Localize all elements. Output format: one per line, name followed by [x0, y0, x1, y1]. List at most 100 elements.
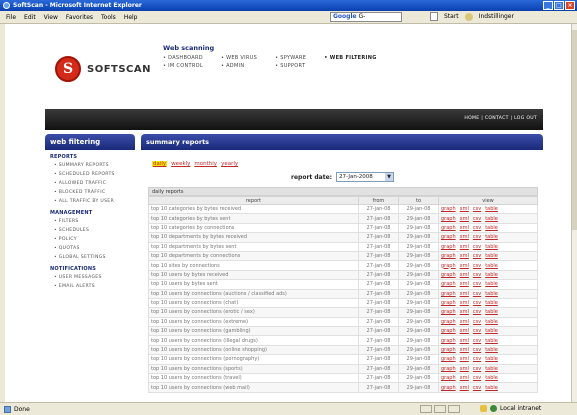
view-link-table[interactable]: table: [485, 385, 498, 391]
view-link-xml[interactable]: xml: [460, 281, 469, 287]
view-link-table[interactable]: table: [485, 216, 498, 222]
view-link-table[interactable]: table: [485, 338, 498, 344]
sidebar-link[interactable]: • QUOTAS: [54, 244, 135, 253]
view-link-xml[interactable]: xml: [460, 234, 469, 240]
view-link-xml[interactable]: xml: [460, 244, 469, 250]
view-link-graph[interactable]: graph: [441, 263, 456, 269]
view-link-table[interactable]: table: [485, 225, 498, 231]
sidebar-link[interactable]: • EMAIL ALERTS: [54, 282, 135, 291]
tab-daily[interactable]: daily: [152, 161, 168, 167]
view-link-graph[interactable]: graph: [441, 385, 456, 391]
view-link-table[interactable]: table: [485, 300, 498, 306]
view-link-xml[interactable]: xml: [460, 347, 469, 353]
menu-file[interactable]: File: [6, 14, 16, 21]
sidebar-link[interactable]: • USER MESSAGES: [54, 273, 135, 282]
sidebar-link[interactable]: • BLOCKED TRAFFIC: [54, 188, 135, 197]
view-link-xml[interactable]: xml: [460, 366, 469, 372]
view-link-xml[interactable]: xml: [460, 225, 469, 231]
view-link-graph[interactable]: graph: [441, 225, 456, 231]
chevron-down-icon[interactable]: ▼: [385, 173, 394, 181]
view-link-table[interactable]: table: [485, 366, 498, 372]
nav-link-spyware[interactable]: • SPYWARE: [275, 54, 306, 62]
view-link-table[interactable]: table: [485, 206, 498, 212]
view-link-graph[interactable]: graph: [441, 300, 456, 306]
view-link-xml[interactable]: xml: [460, 356, 469, 362]
view-link-csv[interactable]: csv: [473, 347, 481, 353]
vertical-scrollbar[interactable]: [571, 24, 577, 402]
view-link-graph[interactable]: graph: [441, 319, 456, 325]
view-link-csv[interactable]: csv: [473, 272, 481, 278]
view-link-csv[interactable]: csv: [473, 300, 481, 306]
menu-edit[interactable]: Edit: [24, 14, 36, 21]
menu-help[interactable]: Help: [124, 14, 138, 21]
view-link-table[interactable]: table: [485, 263, 498, 269]
nav-link-support[interactable]: • SUPPORT: [275, 62, 306, 70]
view-link-graph[interactable]: graph: [441, 281, 456, 287]
view-link-xml[interactable]: xml: [460, 375, 469, 381]
view-link-graph[interactable]: graph: [441, 206, 456, 212]
view-link-table[interactable]: table: [485, 291, 498, 297]
view-link-csv[interactable]: csv: [473, 234, 481, 240]
view-link-csv[interactable]: csv: [473, 366, 481, 372]
view-link-csv[interactable]: csv: [473, 206, 481, 212]
view-link-graph[interactable]: graph: [441, 347, 456, 353]
view-link-csv[interactable]: csv: [473, 244, 481, 250]
sidebar-link[interactable]: • ALL TRAFFIC BY USER: [54, 197, 135, 206]
view-link-graph[interactable]: graph: [441, 309, 456, 315]
view-link-xml[interactable]: xml: [460, 272, 469, 278]
view-link-graph[interactable]: graph: [441, 356, 456, 362]
settings-button[interactable]: Indstillinger: [479, 13, 514, 20]
minimize-button[interactable]: _: [543, 1, 553, 10]
menu-tools[interactable]: Tools: [101, 14, 116, 21]
view-link-table[interactable]: table: [485, 253, 498, 259]
sidebar-link[interactable]: • POLICY: [54, 235, 135, 244]
view-link-graph[interactable]: graph: [441, 253, 456, 259]
view-link-csv[interactable]: csv: [473, 263, 481, 269]
view-link-xml[interactable]: xml: [460, 291, 469, 297]
view-link-graph[interactable]: graph: [441, 234, 456, 240]
tab-weekly[interactable]: weekly: [171, 161, 190, 167]
view-link-csv[interactable]: csv: [473, 216, 481, 222]
view-link-csv[interactable]: csv: [473, 385, 481, 391]
view-link-graph[interactable]: graph: [441, 328, 456, 334]
nav-link-im-control[interactable]: • IM CONTROL: [163, 62, 203, 70]
view-link-xml[interactable]: xml: [460, 328, 469, 334]
tab-yearly[interactable]: yearly: [221, 161, 238, 167]
google-search-input[interactable]: Google G-: [330, 12, 402, 22]
view-link-graph[interactable]: graph: [441, 375, 456, 381]
top-links[interactable]: HOME | CONTACT | LOG OUT: [464, 116, 537, 121]
view-link-table[interactable]: table: [485, 375, 498, 381]
view-link-csv[interactable]: csv: [473, 253, 481, 259]
view-link-graph[interactable]: graph: [441, 272, 456, 278]
view-link-csv[interactable]: csv: [473, 319, 481, 325]
nav-link-admin[interactable]: • ADMIN: [221, 62, 257, 70]
view-link-csv[interactable]: csv: [473, 225, 481, 231]
tab-monthly[interactable]: monthly: [194, 161, 217, 167]
softscan-logo[interactable]: S SOFTSCAN: [55, 56, 151, 82]
sidebar-link[interactable]: • GLOBAL SETTINGS: [54, 253, 135, 262]
sidebar-link[interactable]: • FILTERS: [54, 217, 135, 226]
nav-link-dashboard[interactable]: • DASHBOARD: [163, 54, 203, 62]
view-link-csv[interactable]: csv: [473, 375, 481, 381]
sidebar-link[interactable]: • SUMMARY REPORTS: [54, 161, 135, 170]
sidebar-link[interactable]: • ALLOWED TRAFFIC: [54, 179, 135, 188]
view-link-graph[interactable]: graph: [441, 244, 456, 250]
view-link-csv[interactable]: csv: [473, 338, 481, 344]
view-link-xml[interactable]: xml: [460, 309, 469, 315]
view-link-table[interactable]: table: [485, 328, 498, 334]
view-link-xml[interactable]: xml: [460, 319, 469, 325]
maximize-button[interactable]: □: [554, 1, 564, 10]
view-link-xml[interactable]: xml: [460, 263, 469, 269]
view-link-xml[interactable]: xml: [460, 216, 469, 222]
close-button[interactable]: ×: [565, 1, 575, 10]
view-link-table[interactable]: table: [485, 347, 498, 353]
view-link-table[interactable]: table: [485, 244, 498, 250]
start-button[interactable]: Start: [444, 13, 459, 20]
view-link-graph[interactable]: graph: [441, 291, 456, 297]
settings-icon[interactable]: [464, 12, 473, 21]
menu-favorites[interactable]: Favorites: [66, 14, 93, 21]
view-link-table[interactable]: table: [485, 234, 498, 240]
menu-view[interactable]: View: [44, 14, 58, 21]
view-link-csv[interactable]: csv: [473, 281, 481, 287]
view-link-table[interactable]: table: [485, 281, 498, 287]
